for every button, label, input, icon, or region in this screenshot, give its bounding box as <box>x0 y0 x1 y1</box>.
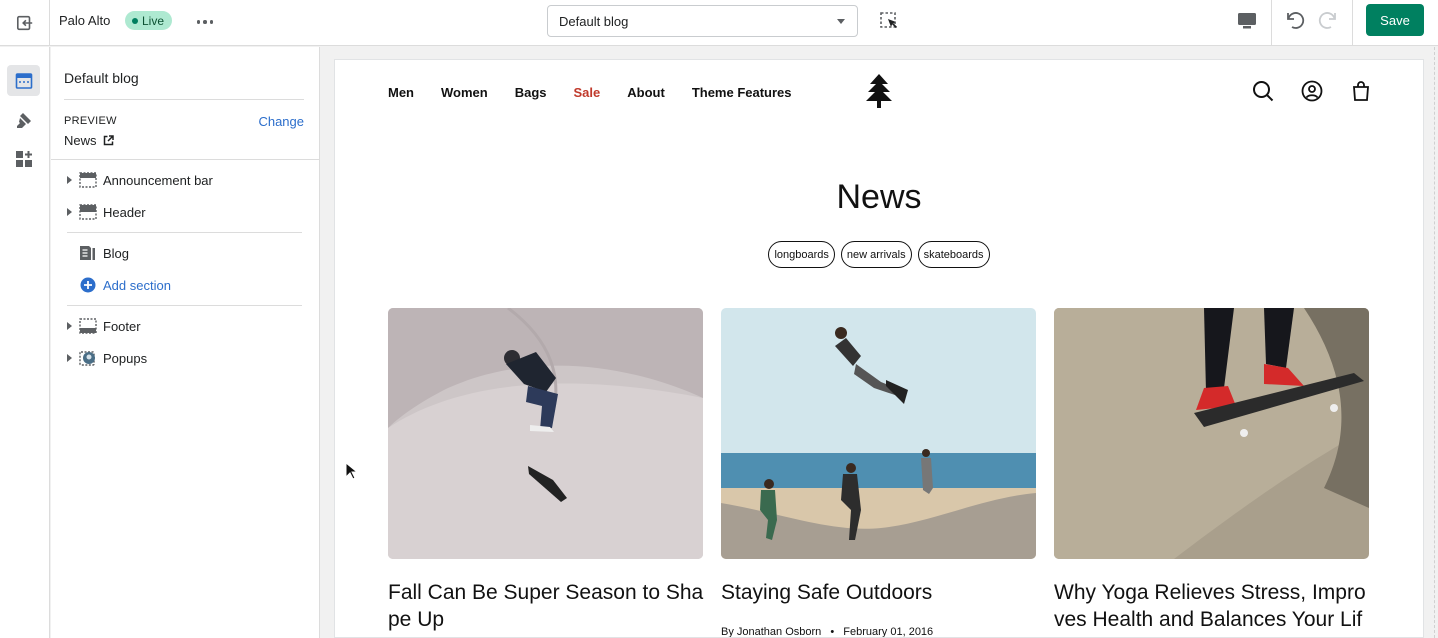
tag-skateboards[interactable]: skateboards <box>917 241 990 268</box>
popups-icon <box>79 351 95 366</box>
article-title[interactable]: Fall Can Be Super Season to Shape Up <box>388 579 708 633</box>
nav-link-theme-features[interactable]: Theme Features <box>692 85 792 100</box>
expand-caret-icon[interactable] <box>67 354 72 362</box>
beach-skate-photo <box>721 308 1036 559</box>
apps-nav-button[interactable] <box>7 143 40 174</box>
blog-tags: longboards new arrivals skateboards <box>335 241 1423 268</box>
divider <box>67 305 302 306</box>
nav-link-bags[interactable]: Bags <box>515 85 547 100</box>
section-popups[interactable]: Popups <box>51 346 320 370</box>
sections-sidebar: Default blog PREVIEW Change News Announc… <box>51 47 320 638</box>
preview-page-link[interactable]: News <box>64 133 114 148</box>
template-select-value: Default blog <box>559 14 629 29</box>
more-dot-icon <box>196 20 201 24</box>
sections-nav-button[interactable] <box>7 65 40 96</box>
announcement-bar-icon <box>79 172 97 188</box>
exit-button[interactable] <box>0 0 50 46</box>
section-label: Blog <box>103 246 130 261</box>
section-header[interactable]: Header <box>51 200 320 224</box>
nav-link-women[interactable]: Women <box>441 85 488 100</box>
mouse-pointer-icon <box>345 462 357 480</box>
add-circle-icon <box>80 277 96 293</box>
store-nav: Men Women Bags Sale About Theme Features <box>388 85 792 100</box>
template-select[interactable]: Default blog <box>547 5 858 37</box>
blog-icon <box>80 246 95 260</box>
divider <box>67 232 302 233</box>
expand-caret-icon[interactable] <box>67 208 72 216</box>
undo-icon[interactable] <box>1283 8 1307 32</box>
preview-edge <box>1434 47 1435 638</box>
desktop-view-icon[interactable] <box>1236 10 1258 32</box>
live-status-badge: Live <box>125 11 173 30</box>
section-label: Header <box>103 205 146 220</box>
nav-link-sale[interactable]: Sale <box>574 85 601 100</box>
tag-new-arrivals[interactable]: new arrivals <box>840 241 912 268</box>
blog-title: News <box>836 178 922 216</box>
nav-link-men[interactable]: Men <box>388 85 414 100</box>
chevron-down-icon <box>837 19 845 24</box>
sections-icon <box>15 72 32 89</box>
account-icon[interactable] <box>1301 80 1323 102</box>
article-date: February 01, 2016 <box>843 626 934 638</box>
top-bar: Palo Alto Live Default blog Save <box>0 0 1438 46</box>
add-section-label: Add section <box>103 278 171 293</box>
article-author: By Jonathan Osborn <box>721 626 822 638</box>
divider <box>1352 0 1353 46</box>
tag-longboards[interactable]: longboards <box>768 241 835 268</box>
preview-page-label: News <box>64 133 97 148</box>
divider <box>64 99 304 100</box>
preview-label: PREVIEW <box>64 115 117 127</box>
change-preview-link[interactable]: Change <box>258 114 304 129</box>
pine-tree-logo-icon[interactable] <box>865 73 893 109</box>
theme-settings-nav-button[interactable] <box>7 104 40 135</box>
more-dot-icon <box>209 20 214 24</box>
article-image-beach-skate[interactable] <box>721 308 1036 559</box>
header-icon <box>79 204 97 220</box>
section-announcement-bar[interactable]: Announcement bar <box>51 168 320 192</box>
skatebowl-photo <box>388 308 703 559</box>
section-footer[interactable]: Footer <box>51 314 320 338</box>
inspector-icon[interactable] <box>878 10 900 32</box>
article-title[interactable]: Staying Safe Outdoors <box>721 579 1041 606</box>
divider <box>51 159 320 160</box>
redo-icon[interactable] <box>1316 8 1340 32</box>
footer-icon <box>79 318 97 334</box>
expand-caret-icon[interactable] <box>67 176 72 184</box>
article-image-skatebowl[interactable] <box>388 308 703 559</box>
theme-name: Palo Alto <box>59 13 111 28</box>
template-title: Default blog <box>64 70 139 86</box>
save-button[interactable]: Save <box>1366 4 1424 36</box>
store-preview: Men Women Bags Sale About Theme Features… <box>334 59 1424 638</box>
exit-icon <box>16 15 32 31</box>
section-label: Popups <box>103 351 148 366</box>
add-section-button[interactable]: Add section <box>51 273 320 297</box>
bullet-separator: • <box>830 626 835 638</box>
search-icon[interactable] <box>1252 80 1274 102</box>
article-image-red-shoes[interactable] <box>1054 308 1369 559</box>
article-meta: By Jonathan Osborn • February 01, 2016 <box>721 626 934 638</box>
section-blog[interactable]: Blog <box>51 241 320 265</box>
left-rail <box>0 47 50 638</box>
cart-bag-icon[interactable] <box>1350 80 1372 102</box>
nav-link-about[interactable]: About <box>627 85 665 100</box>
red-shoes-photo <box>1054 308 1369 559</box>
paintbrush-icon <box>16 112 31 128</box>
more-dot-icon <box>203 20 207 24</box>
more-actions-button[interactable] <box>193 10 217 34</box>
external-link-icon <box>103 135 114 146</box>
live-status-label: Live <box>142 13 165 28</box>
apps-icon <box>15 150 32 167</box>
expand-caret-icon[interactable] <box>67 322 72 330</box>
live-dot-icon <box>132 17 138 24</box>
divider <box>1271 0 1272 46</box>
section-label: Announcement bar <box>103 173 213 188</box>
article-title[interactable]: Why Yoga Relieves Stress, Improves Healt… <box>1054 579 1374 633</box>
section-label: Footer <box>103 319 141 334</box>
